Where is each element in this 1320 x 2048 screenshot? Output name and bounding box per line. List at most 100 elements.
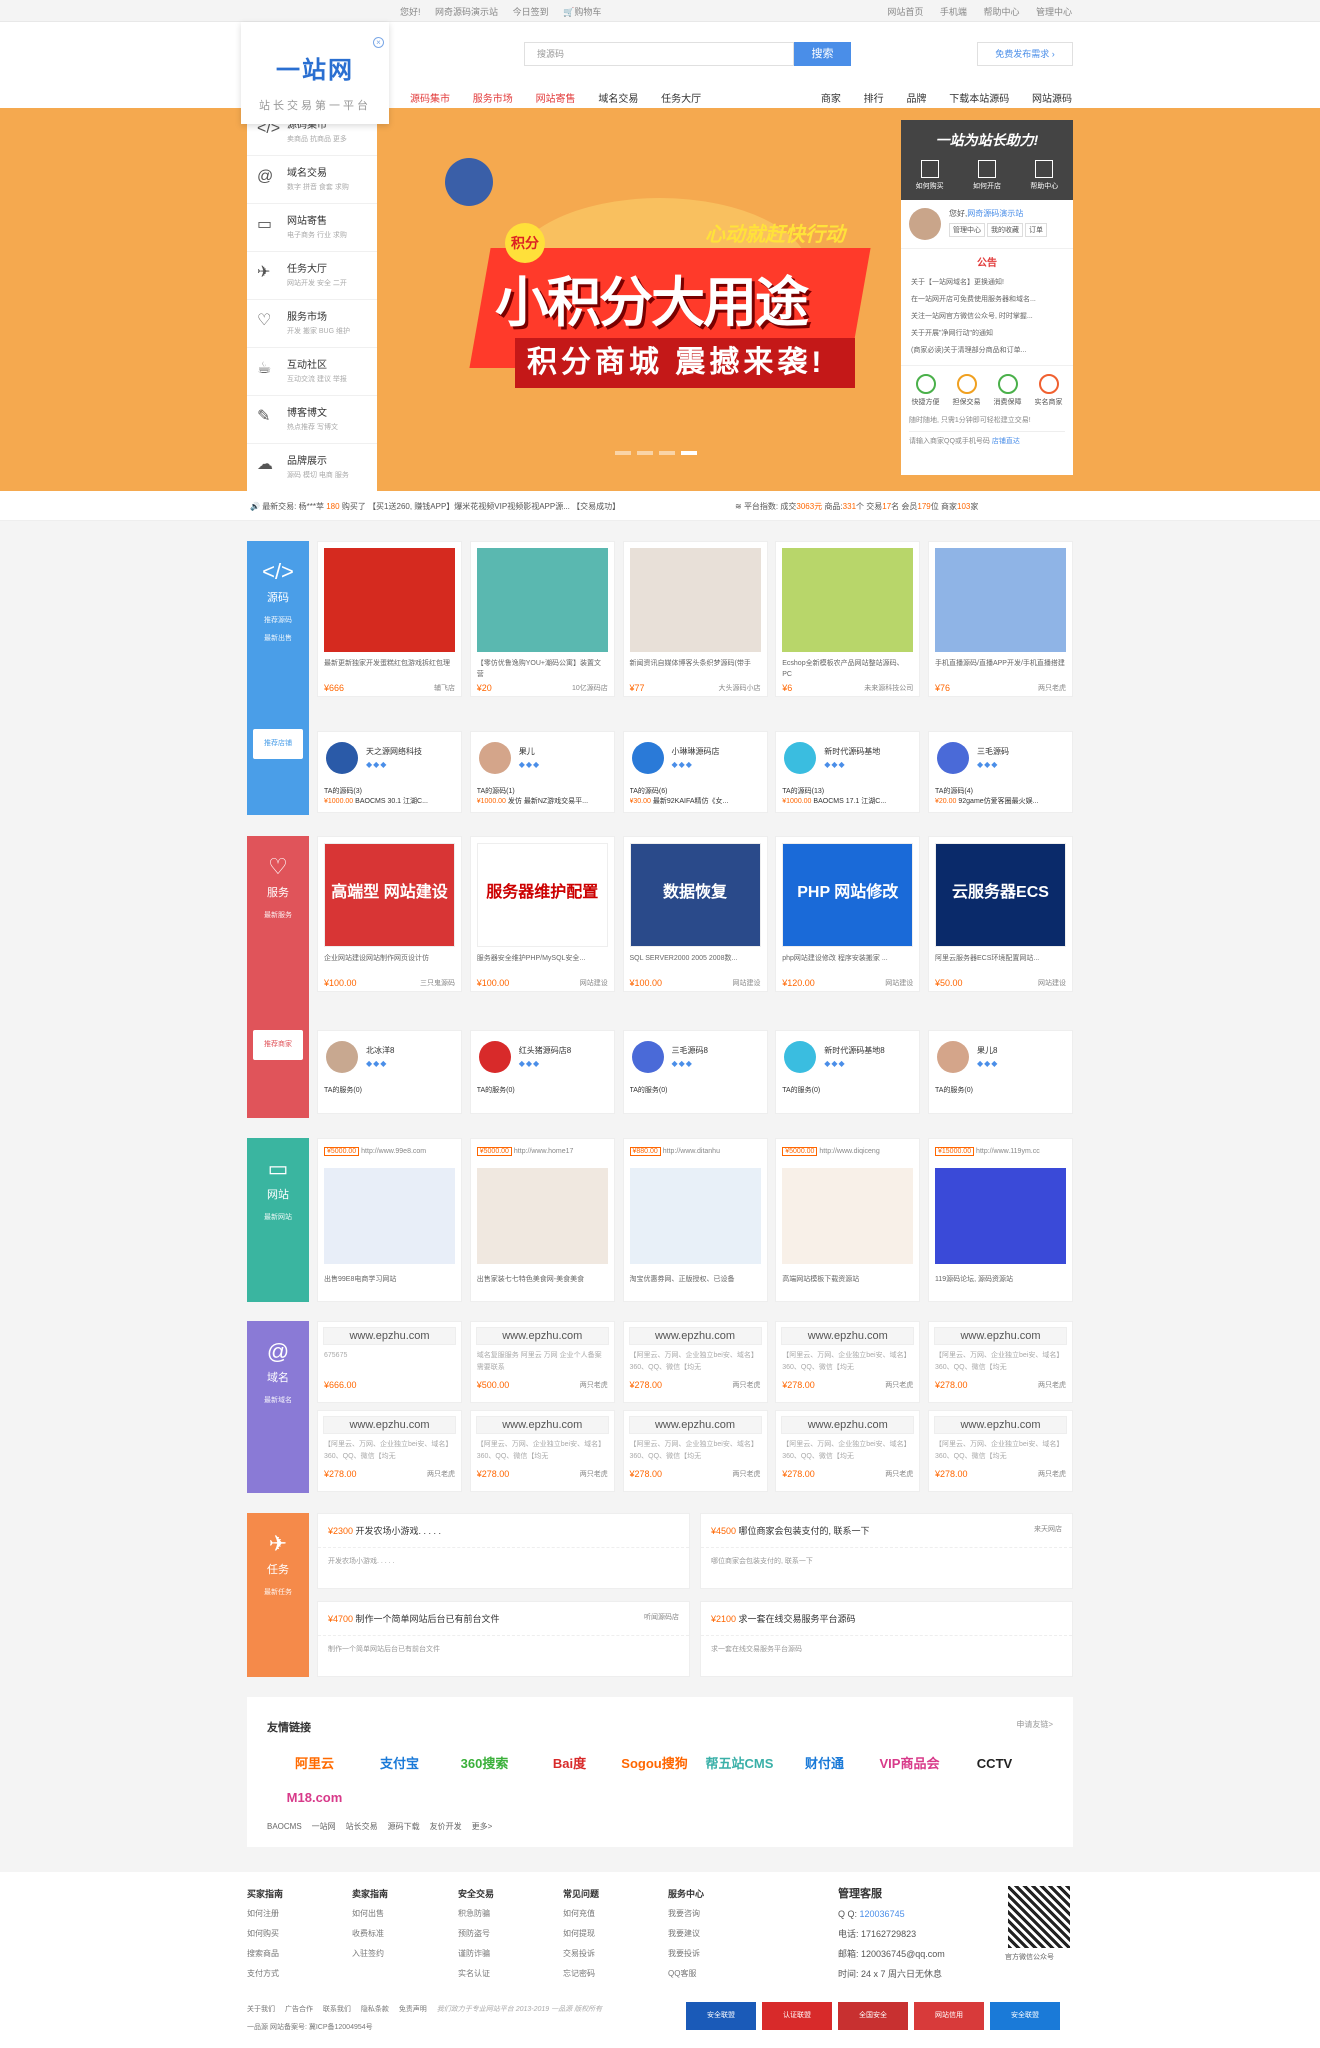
website-url[interactable]: http://www.ditanhu: [663, 1148, 720, 1155]
recommended-shops-tab[interactable]: 推荐店铺: [253, 729, 303, 759]
footer-link[interactable]: 交易投诉: [563, 1944, 599, 1964]
nav-brand[interactable]: 品牌: [906, 94, 926, 105]
website-screenshot[interactable]: [935, 1168, 1066, 1264]
website-card[interactable]: ¥5000.00 http://www.home17 出售家装七七特色美食网-美食…: [469, 1138, 615, 1302]
footer-link[interactable]: 我要咨询: [668, 1904, 704, 1924]
product-title[interactable]: 最新更新独家开发蛋糕红包游戏拆红包理: [318, 658, 461, 680]
service-shop[interactable]: 网站建设: [580, 978, 608, 988]
shop-item-desc[interactable]: BAOCMS 30.1 江湖C...: [355, 798, 428, 805]
notice-item[interactable]: 在一站网开店可免费使用服务器和域名...: [911, 291, 1063, 308]
nav-website-sale[interactable]: 网站寄售: [536, 94, 576, 105]
product-card[interactable]: 手机直播源码/直播APP开发/手机直播搭建 ¥76 两只老虎: [928, 541, 1073, 697]
domain-name[interactable]: www.epzhu.com: [475, 1327, 609, 1345]
task-label[interactable]: ✈ 任务 最新任务: [247, 1513, 309, 1677]
nav-service-market[interactable]: 服务市场: [473, 94, 513, 105]
product-title[interactable]: 新闻资讯自媒体博客头条织梦源码(带手: [624, 658, 767, 680]
tag-latest-domain[interactable]: 最新域名: [247, 1395, 309, 1405]
notice-item[interactable]: 关注一站网官方微信公众号, 时时掌握...: [911, 308, 1063, 325]
shop-items-count[interactable]: TA的源码(13): [782, 786, 917, 796]
domain-name[interactable]: www.epzhu.com: [628, 1416, 762, 1434]
partner-logo[interactable]: M18.com: [272, 1781, 357, 1815]
category-title[interactable]: 任务大厅: [287, 260, 377, 275]
category-title[interactable]: 博客博文: [287, 404, 377, 419]
task-title[interactable]: 哪位商家会包装支付的, 联系一下: [739, 1526, 870, 1536]
category-menu-item[interactable]: ♡ 服务市场 开发 搬家 BUG 维护: [247, 300, 377, 348]
merchant-name[interactable]: 新时代源码基地8: [824, 1045, 884, 1056]
about-link[interactable]: 关于我们: [247, 2006, 275, 2013]
merchant-name[interactable]: 北冰洋8: [366, 1045, 394, 1056]
category-subtags[interactable]: 数字 拼音 食套 求购: [287, 182, 377, 192]
product-image[interactable]: [935, 548, 1066, 652]
avatar[interactable]: [909, 208, 941, 240]
website-title[interactable]: 高端网站模板下载资源站: [776, 1268, 919, 1290]
category-subtags[interactable]: 互动交流 建议 举报: [287, 374, 377, 384]
checkin-link[interactable]: 今日签到: [513, 7, 549, 17]
orders-button[interactable]: 订单: [1025, 223, 1047, 237]
shop-card[interactable]: 新时代源码基地 ◆◆◆ TA的源码(13) ¥1000.00 BAOCMS 17.1 …: [775, 731, 921, 813]
partner-logo[interactable]: 支付宝: [357, 1747, 442, 1781]
domain-shop[interactable]: 两只老虎: [733, 1380, 761, 1390]
service-shop[interactable]: 三只鬼源码: [420, 978, 455, 988]
search-button[interactable]: 搜索: [794, 42, 851, 66]
category-title[interactable]: 服务市场: [287, 308, 377, 323]
website-card[interactable]: ¥15000.00 http://www.119ym.cc 119源码论坛, 源码…: [928, 1138, 1073, 1302]
shop-search-input[interactable]: 请输入商家QQ或手机号码: [909, 438, 990, 445]
product-shop[interactable]: 大头源码小店: [719, 683, 761, 693]
category-title[interactable]: 网站寄售: [287, 212, 377, 227]
footer-link[interactable]: 支付方式: [247, 1964, 283, 1984]
product-card[interactable]: Ecshop全新模板农产品网站整站源码、PC ¥6 未来源科技公司: [775, 541, 921, 697]
help-link[interactable]: 帮助中心: [983, 7, 1019, 17]
domain-name[interactable]: www.epzhu.com: [475, 1416, 609, 1434]
mobile-link[interactable]: 手机端: [940, 7, 967, 17]
service-card[interactable]: 数据恢复 SQL SERVER2000 2005 2008数... ¥100.00 网…: [622, 836, 768, 992]
friend-text-link[interactable]: 站长交易: [346, 1822, 378, 1831]
partner-logo[interactable]: CCTV: [952, 1747, 1037, 1781]
avatar[interactable]: [478, 1041, 511, 1073]
shop-go-button[interactable]: 店铺直达: [992, 438, 1020, 445]
nav-merchants[interactable]: 商家: [821, 94, 841, 105]
domain-card[interactable]: www.epzhu.com 【阿里云、万网、企业独立bei安、域名】360、QQ、…: [622, 1321, 768, 1403]
product-image[interactable]: [629, 548, 761, 652]
tag-recommended[interactable]: 推荐源码: [247, 615, 309, 625]
domain-name[interactable]: www.epzhu.com: [781, 1327, 915, 1345]
footer-link[interactable]: 如何注册: [247, 1904, 283, 1924]
shop-item-desc[interactable]: 发仿 最新NZ游戏交易平...: [508, 798, 588, 805]
merchant-services-count[interactable]: TA的服务(0): [782, 1085, 917, 1095]
apply-link-button[interactable]: 申请友链>: [1016, 1719, 1053, 1730]
shop-name[interactable]: 小琳琳源码店: [672, 746, 720, 757]
footer-link[interactable]: 积急防骗: [458, 1904, 494, 1924]
category-menu-item[interactable]: ✈ 任务大厅 网站开发 安全 二开: [247, 252, 377, 300]
category-subtags[interactable]: 电子商务 行业 求购: [287, 230, 377, 240]
service-card[interactable]: 云服务器ECS 阿里云服务器ECS环境配置网站... ¥50.00 网站建设: [928, 836, 1073, 992]
trust-badge[interactable]: 安全联盟: [686, 2002, 756, 2030]
category-subtags[interactable]: 卖商品 抗商品 更多: [287, 134, 377, 144]
website-screenshot[interactable]: [629, 1168, 761, 1264]
shop-item-desc[interactable]: 最新92KAIFA精仿《女...: [653, 798, 728, 805]
shop-items-count[interactable]: TA的源码(6): [630, 786, 765, 796]
footer-link[interactable]: 谨防诈骗: [458, 1944, 494, 1964]
partner-logo[interactable]: Sogou搜狗: [612, 1747, 697, 1781]
friend-text-link[interactable]: 一站网: [312, 1822, 336, 1831]
service-title[interactable]: 企业网站建设网站制作网页设计仿: [318, 953, 461, 975]
merchant-services-count[interactable]: TA的服务(0): [477, 1085, 612, 1095]
service-card[interactable]: 高端型 网站建设 企业网站建设网站制作网页设计仿 ¥100.00 三只鬼源码: [317, 836, 462, 992]
website-title[interactable]: 出售家装七七特色美食网-美食美食: [471, 1268, 614, 1290]
ads-link[interactable]: 广告合作: [285, 2006, 313, 2013]
tag-latest-web[interactable]: 最新网站: [247, 1212, 309, 1222]
category-subtags[interactable]: 网站开发 安全 二开: [287, 278, 377, 288]
carousel-dot[interactable]: [615, 451, 631, 455]
product-title[interactable]: 【零仿优鲁逸购YOU+潮码公寓】装置文营: [471, 658, 614, 680]
domain-card[interactable]: www.epzhu.com 【阿里云、万网、企业独立bei安、域名】360、QQ、…: [928, 1321, 1073, 1403]
friend-text-link[interactable]: 源码下载: [388, 1822, 420, 1831]
footer-link[interactable]: 如何出售: [352, 1904, 388, 1924]
nav-download-source[interactable]: 下载本站源码: [949, 94, 1009, 105]
domain-card[interactable]: www.epzhu.com 【阿里云、万网、企业独立bei安、域名】360、QQ、…: [317, 1410, 462, 1492]
domain-card[interactable]: www.epzhu.com 【阿里云、万网、企业独立bei安、域名】360、QQ、…: [928, 1410, 1073, 1492]
product-shop[interactable]: 10亿源码店: [572, 683, 608, 693]
task-card[interactable]: ¥2300 开发农场小游戏. . . . . 开发农场小游戏. . . . .: [317, 1513, 690, 1589]
website-url[interactable]: http://www.119ym.cc: [976, 1148, 1040, 1155]
shop-item-desc[interactable]: BAOCMS 17.1 江湖C...: [813, 798, 886, 805]
partner-logo[interactable]: 财付通: [782, 1747, 867, 1781]
task-shop[interactable]: 来天网店: [1034, 1524, 1062, 1537]
how-to-buy-link[interactable]: 如何购买: [916, 160, 944, 191]
